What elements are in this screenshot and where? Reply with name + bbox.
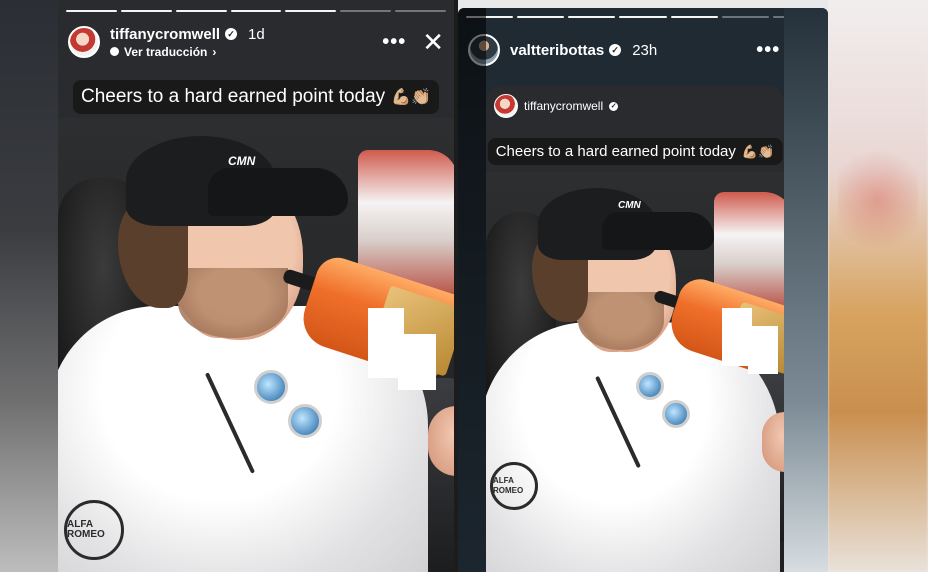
- story-progress: [466, 16, 820, 18]
- censor-block: [748, 326, 778, 374]
- progress-segment: [619, 16, 667, 18]
- story-header: valtteribottas ✓ 23h ••• ✕: [468, 30, 818, 70]
- username[interactable]: tiffanycromwell: [110, 26, 220, 43]
- story-right[interactable]: valtteribottas ✓ 23h ••• ✕ tiffanycromwe…: [458, 8, 828, 572]
- sunglasses: [254, 370, 288, 404]
- story-photo: CMN ALFA ROMEO: [58, 118, 454, 572]
- close-icon[interactable]: ✕: [422, 29, 444, 55]
- cap-logo: CMN: [618, 200, 641, 211]
- progress-segment: [175, 10, 227, 12]
- more-options-icon[interactable]: •••: [756, 40, 780, 60]
- progress-segment: [66, 10, 117, 12]
- progress-segment: [568, 16, 616, 18]
- sunglasses: [288, 404, 322, 438]
- translation-link[interactable]: Ver traducción ›: [110, 45, 265, 59]
- progress-segment: [230, 10, 282, 12]
- beard: [578, 292, 664, 350]
- cap-logo: CMN: [228, 154, 256, 168]
- progress-segment: [120, 10, 172, 12]
- story-progress: [66, 10, 447, 12]
- caption-emoji: 💪🏼👏🏼: [391, 89, 432, 106]
- translation-label: Ver traducción: [124, 44, 208, 59]
- progress-segment: [285, 10, 337, 12]
- hoodie-logo: ALFA ROMEO: [64, 500, 124, 560]
- censor-block: [398, 334, 436, 390]
- story-gradient-right: [784, 8, 828, 572]
- progress-segment: [517, 16, 565, 18]
- verified-badge-icon: ✓: [225, 28, 238, 40]
- story-caption: Cheers to a hard earned point today 💪🏼👏🏼: [72, 80, 440, 114]
- hoodie-logo-text: ALFA ROMEO: [67, 519, 105, 540]
- beard: [178, 268, 288, 338]
- progress-segment: [721, 16, 769, 18]
- cap-brim: [208, 168, 348, 216]
- background-right-blur: [828, 0, 928, 572]
- shared-photo: CMN ALFA ROMEO: [486, 172, 784, 572]
- username[interactable]: valtteribottas: [510, 42, 604, 59]
- progress-segment: [670, 16, 718, 18]
- caption-text: Cheers to a hard earned point today: [495, 143, 736, 160]
- timestamp: 1d: [248, 25, 265, 43]
- hoodie-logo-text: ALFA ROMEO: [493, 476, 524, 495]
- verified-badge-icon: ✓: [609, 44, 622, 56]
- story-header: tiffanycromwell ✓ 1d Ver traducción › ••…: [68, 22, 444, 62]
- caption-emoji: 💪🏼👏🏼: [741, 143, 775, 159]
- shared-story-card[interactable]: tiffanycromwell ✓ CMN ALFA ROMEO Cheers …: [486, 86, 784, 572]
- user-info: valtteribottas ✓ 23h: [510, 42, 657, 59]
- shared-story-caption: Cheers to a hard earned point today 💪🏼👏🏼: [487, 138, 783, 165]
- progress-segment: [395, 10, 447, 12]
- verified-badge-icon: ✓: [609, 101, 619, 111]
- chevron-right-icon: ›: [212, 44, 217, 59]
- sunglasses: [636, 372, 664, 400]
- header-actions: ••• ✕: [382, 29, 444, 55]
- story-left[interactable]: tiffanycromwell ✓ 1d Ver traducción › ••…: [58, 0, 454, 572]
- globe-icon: [110, 47, 119, 56]
- progress-segment: [340, 10, 392, 12]
- shared-username[interactable]: tiffanycromwell: [524, 99, 603, 113]
- sunglasses: [662, 400, 690, 428]
- background-left-blur: [0, 0, 62, 572]
- cap-brim: [602, 212, 714, 250]
- timestamp: 23h: [632, 41, 658, 59]
- user-info: tiffanycromwell ✓ 1d Ver traducción ›: [110, 26, 265, 59]
- hoodie-logo: ALFA ROMEO: [490, 462, 538, 510]
- shared-avatar[interactable]: [494, 94, 518, 118]
- caption-text: Cheers to a hard earned point today: [80, 86, 386, 107]
- shared-story-header: tiffanycromwell ✓: [494, 94, 619, 118]
- more-options-icon[interactable]: •••: [382, 32, 406, 52]
- avatar[interactable]: [68, 26, 100, 58]
- story-gradient-left: [458, 8, 486, 572]
